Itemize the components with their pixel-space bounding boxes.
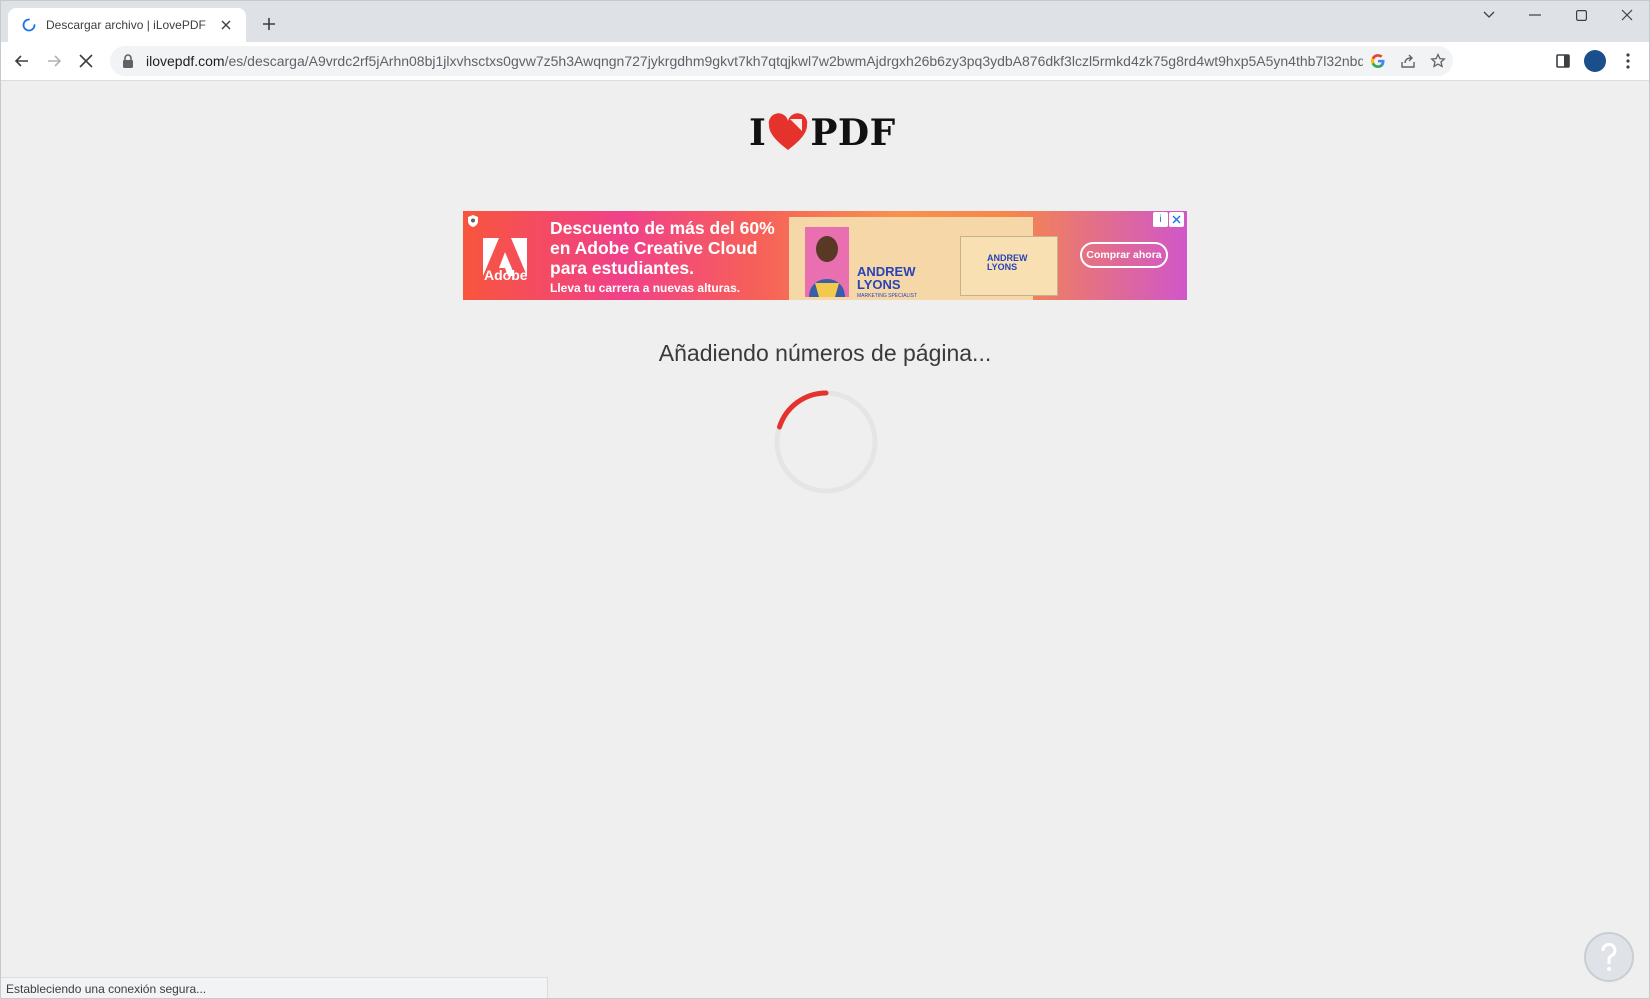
close-icon (1621, 9, 1633, 21)
ad-subline: Lleva tu carrera a nuevas alturas. (550, 281, 741, 295)
ad-card-name: ANDREW LYONS (857, 264, 916, 292)
arrow-right-icon (48, 55, 62, 67)
maximize-icon (1575, 9, 1587, 21)
kebab-menu-icon (1626, 53, 1630, 69)
heart-icon (769, 113, 808, 150)
maximize-button[interactable] (1558, 0, 1604, 30)
close-window-button[interactable] (1604, 0, 1650, 30)
side-panel-button[interactable] (1551, 49, 1575, 73)
ad-card-role: MARKETING SPECIALIST (857, 293, 918, 299)
url-text: ilovepdf.com/es/descarga/A9vrdc2rf5jArhn… (146, 53, 1363, 69)
loading-spinner-icon (774, 390, 878, 494)
ad-close-icon[interactable] (1169, 212, 1184, 227)
star-icon (1430, 53, 1446, 68)
minimize-button[interactable] (1512, 0, 1558, 30)
processing-status-heading: Añadiendo números de página... (658, 340, 992, 366)
close-icon (79, 54, 93, 68)
google-g-icon (1370, 54, 1385, 69)
browser-toolbar: ilovepdf.com/es/descarga/A9vrdc2rf5jArhn… (0, 42, 1650, 81)
help-widget-icon[interactable] (1584, 932, 1634, 982)
logo-text-left: I (749, 112, 767, 154)
help-glyph (1601, 942, 1617, 971)
ad-headline: Descuento de más del 60% en Adobe Creati… (550, 218, 775, 278)
minimize-icon (1529, 14, 1541, 16)
arrow-left-icon (14, 55, 28, 67)
url-path: /es/descarga/A9vrdc2rf5jArhn08bj1jlxvhsc… (224, 53, 1363, 69)
lock-icon[interactable] (120, 53, 136, 69)
tab-active[interactable]: Descargar archivo | iLovePDF (8, 8, 246, 42)
new-tab-button[interactable] (257, 12, 281, 36)
ad-info-icon[interactable]: i (1153, 212, 1168, 227)
url-host: ilovepdf.com (146, 53, 225, 69)
window-controls (1466, 0, 1650, 32)
stop-loading-button[interactable] (74, 49, 98, 73)
person-photo (805, 227, 849, 297)
google-lens-button[interactable] (1363, 46, 1393, 76)
share-icon (1401, 54, 1415, 68)
ad-cta-button[interactable]: Comprar ahora (1080, 242, 1168, 268)
back-button[interactable] (10, 49, 34, 73)
share-button[interactable] (1393, 46, 1423, 76)
chevron-down-icon (1483, 11, 1495, 18)
ad-profile-card-small: ANDREW LYONS (960, 236, 1058, 296)
plus-icon (263, 18, 275, 30)
tab-strip: Descargar archivo | iLovePDF (0, 0, 1650, 42)
browser-status-bar: Estableciendo una conexión segura... (0, 977, 548, 999)
profile-avatar[interactable] (1584, 50, 1606, 72)
advertisement-banner[interactable]: Adobe Descuento de más del 60% en Adobe … (463, 211, 1187, 300)
address-bar[interactable]: ilovepdf.com/es/descarga/A9vrdc2rf5jArhn… (110, 46, 1453, 76)
side-panel-icon (1556, 54, 1570, 68)
tab-close-icon[interactable] (216, 15, 236, 35)
forward-button[interactable] (42, 49, 66, 73)
ad-brand: Adobe (484, 267, 528, 283)
ad-shield-icon (468, 215, 478, 227)
bookmark-button[interactable] (1423, 46, 1453, 76)
ad-card-name-small: ANDREW LYONS (987, 253, 1028, 272)
ilovepdf-logo[interactable]: I PDF (749, 112, 896, 154)
tab-search-button[interactable] (1466, 0, 1512, 30)
menu-button[interactable] (1616, 49, 1640, 73)
logo-text-right: PDF (810, 112, 896, 154)
tab-title: Descargar archivo | iLovePDF (46, 18, 206, 32)
loading-spinner-icon (22, 18, 36, 32)
